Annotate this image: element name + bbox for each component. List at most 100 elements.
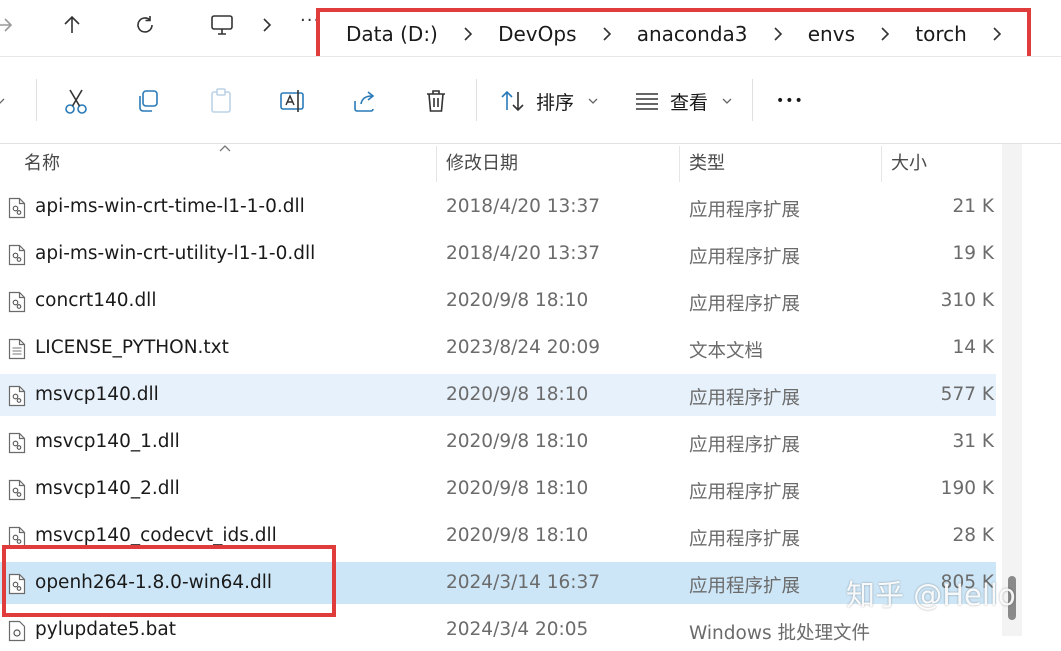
dll-file-icon: [8, 291, 26, 313]
sort-button[interactable]: 排序: [500, 83, 598, 119]
watermark: 知乎 @Hello: [846, 578, 1016, 612]
file-type: 应用程序扩展: [689, 200, 801, 221]
breadcrumb-item-data-d[interactable]: Data (D:): [346, 22, 438, 46]
file-name: api-ms-win-crt-utility-l1-1-0.dll: [35, 243, 316, 264]
file-type: 文本文档: [689, 341, 764, 362]
dll-file-icon: [8, 244, 26, 266]
chevron-right-icon[interactable]: [748, 26, 808, 42]
vertical-scrollbar[interactable]: [1002, 144, 1022, 636]
breadcrumb-item-envs[interactable]: envs: [808, 22, 855, 46]
column-header-size[interactable]: 大小: [891, 144, 927, 184]
column-divider[interactable]: [436, 146, 437, 182]
file-type: 应用程序扩展: [689, 294, 801, 315]
column-header-modified[interactable]: 修改日期: [446, 144, 518, 184]
dll-file-icon: [8, 385, 26, 407]
column-header-type[interactable]: 类型: [689, 144, 725, 184]
file-row[interactable]: api-ms-win-crt-time-l1-1-0.dll 2018/4/20…: [0, 186, 996, 228]
chevron-down-icon[interactable]: [0, 83, 12, 119]
file-type: 应用程序扩展: [689, 482, 801, 503]
view-label: 查看: [670, 91, 709, 114]
up-arrow-icon[interactable]: [54, 8, 90, 42]
file-name: msvcp140_2.dll: [35, 478, 180, 499]
column-header-row: 名称 修改日期 类型 大小: [0, 144, 1000, 184]
bat-file-icon: [8, 620, 26, 642]
chevron-right-icon[interactable]: [855, 26, 915, 42]
cut-icon[interactable]: [58, 83, 94, 119]
file-size: 14 K: [952, 337, 994, 358]
file-row[interactable]: msvcp140.dll 2020/9/8 18:10 应用程序扩展 577 K: [0, 374, 996, 416]
dll-file-icon: [8, 432, 26, 454]
chevron-right-icon[interactable]: [577, 26, 637, 42]
file-modified: 2020/9/8 18:10: [446, 384, 589, 405]
file-modified: 2020/9/8 18:10: [446, 525, 589, 546]
command-toolbar: 排序 查看 •••: [0, 57, 1061, 144]
file-modified: 2018/4/20 13:37: [446, 196, 601, 217]
sort-icon: [501, 90, 524, 112]
divider: [752, 79, 753, 121]
file-modified: 2020/9/8 18:10: [446, 478, 589, 499]
chevron-right-icon[interactable]: [967, 26, 1027, 42]
share-icon[interactable]: [347, 83, 383, 119]
breadcrumb-item-anaconda3[interactable]: anaconda3: [637, 22, 748, 46]
address-bar-row: ··· Data (D:) DevOps anaconda3 envs torc…: [0, 0, 1061, 60]
refresh-icon[interactable]: [127, 8, 163, 42]
file-row[interactable]: LICENSE_PYTHON.txt 2023/8/24 20:09 文本文档 …: [0, 327, 996, 369]
file-name: pylupdate5.bat: [35, 619, 176, 640]
dll-file-icon: [8, 479, 26, 501]
chevron-right-icon[interactable]: [438, 26, 498, 42]
sort-ascending-icon: [218, 142, 232, 156]
file-type: 应用程序扩展: [689, 529, 801, 550]
file-name: concrt140.dll: [35, 290, 157, 311]
view-button[interactable]: 查看: [634, 83, 732, 119]
breadcrumb: Data (D:) DevOps anaconda3 envs torch: [316, 8, 1031, 60]
rename-icon[interactable]: [275, 83, 311, 119]
this-pc-icon[interactable]: [204, 8, 240, 42]
file-row[interactable]: msvcp140_2.dll 2020/9/8 18:10 应用程序扩展 190…: [0, 468, 996, 510]
file-name: msvcp140.dll: [35, 384, 159, 405]
file-modified: 2018/4/20 13:37: [446, 243, 601, 264]
breadcrumb-item-torch[interactable]: torch: [915, 22, 967, 46]
file-row[interactable]: api-ms-win-crt-utility-l1-1-0.dll 2018/4…: [0, 233, 996, 275]
more-options-button[interactable]: •••: [776, 83, 804, 119]
forward-icon[interactable]: [0, 8, 22, 42]
sort-label: 排序: [536, 91, 575, 114]
file-modified: 2024/3/14 16:37: [446, 572, 601, 593]
file-row[interactable]: msvcp140_1.dll 2020/9/8 18:10 应用程序扩展 31 …: [0, 421, 996, 463]
file-size: 21 K: [952, 196, 994, 217]
file-name: LICENSE_PYTHON.txt: [35, 337, 229, 358]
column-divider[interactable]: [881, 146, 882, 182]
file-type: 应用程序扩展: [689, 388, 801, 409]
file-name: api-ms-win-crt-time-l1-1-0.dll: [35, 196, 305, 217]
file-size: 310 K: [940, 290, 994, 311]
file-name: msvcp140_1.dll: [35, 431, 180, 452]
column-header-name[interactable]: 名称: [24, 144, 60, 184]
file-size: 577 K: [940, 384, 994, 405]
divider: [36, 79, 37, 121]
text-file-icon: [8, 338, 26, 360]
file-modified: 2020/9/8 18:10: [446, 431, 589, 452]
file-size: 31 K: [952, 431, 994, 452]
column-divider[interactable]: [679, 146, 680, 182]
copy-icon[interactable]: [130, 83, 166, 119]
delete-icon[interactable]: [418, 83, 454, 119]
divider: [476, 79, 477, 121]
chevron-down-icon: [722, 95, 732, 108]
file-type: Windows 批处理文件: [689, 623, 870, 644]
file-type: 应用程序扩展: [689, 435, 801, 456]
chevron-down-icon: [588, 95, 598, 108]
highlight-annotation-box: [2, 545, 336, 617]
file-size: 19 K: [952, 243, 994, 264]
breadcrumb-item-devops[interactable]: DevOps: [498, 22, 576, 46]
file-row[interactable]: concrt140.dll 2020/9/8 18:10 应用程序扩展 310 …: [0, 280, 996, 322]
file-size: 28 K: [952, 525, 994, 546]
chevron-right-icon[interactable]: [256, 14, 278, 36]
file-type: 应用程序扩展: [689, 247, 801, 268]
file-modified: 2020/9/8 18:10: [446, 290, 589, 311]
paste-icon[interactable]: [203, 83, 239, 119]
view-icon: [636, 93, 658, 110]
file-name: msvcp140_codecvt_ids.dll: [35, 525, 277, 546]
file-modified: 2023/8/24 20:09: [446, 337, 601, 358]
dll-file-icon: [8, 197, 26, 219]
file-modified: 2024/3/4 20:05: [446, 619, 589, 640]
file-type: 应用程序扩展: [689, 576, 801, 597]
